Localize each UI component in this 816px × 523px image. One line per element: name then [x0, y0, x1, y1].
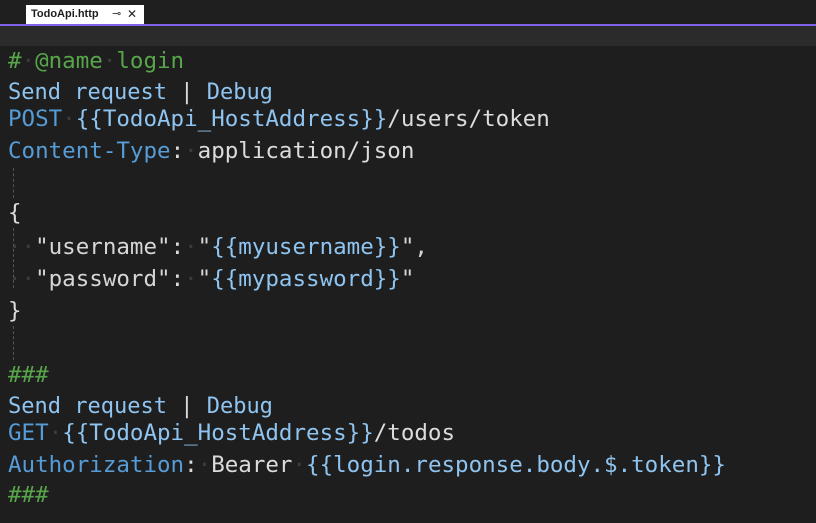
tab-todoapi-http[interactable]: TodoApi.http ⊸ ✕ — [26, 5, 144, 24]
code-line-1: #·@name·login — [8, 48, 185, 74]
indent-guide — [13, 326, 14, 360]
code-line-3: POST·{{TodoApi_HostAddress}}/users/token — [8, 106, 550, 132]
pin-icon[interactable]: ⊸ — [112, 7, 121, 20]
tab-bar: TodoApi.http ⊸ ✕ — [0, 0, 816, 24]
close-icon[interactable]: ✕ — [127, 7, 137, 21]
code-line-8: ··"password":·"{{mypassword}}" — [8, 266, 415, 292]
code-line-7: ··"username":·"{{myusername}}", — [8, 234, 428, 260]
code-line-15: ### — [8, 482, 49, 508]
indent-guide — [13, 228, 14, 288]
editor-nav-strip — [0, 26, 816, 46]
indent-guide — [13, 168, 14, 198]
code-line-13: GET·{{TodoApi_HostAddress}}/todos — [8, 420, 456, 446]
debug-link[interactable]: Debug — [207, 394, 273, 419]
codelens-login: Send request | Debug — [8, 80, 273, 105]
codelens-get-todos: Send request | Debug — [8, 394, 273, 419]
code-line-6: { — [8, 200, 22, 226]
send-request-link[interactable]: Send request — [8, 80, 167, 105]
tab-title: TodoApi.http — [31, 8, 99, 20]
code-line-4: Content-Type:·application/json — [8, 138, 415, 164]
code-line-9: } — [8, 298, 22, 324]
code-line-11: ### — [8, 362, 49, 388]
debug-link[interactable]: Debug — [207, 80, 273, 105]
send-request-link[interactable]: Send request — [8, 394, 167, 419]
code-editor[interactable]: #·@name·login Send request | Debug POST·… — [0, 46, 816, 523]
code-line-14: Authorization:·Bearer·{{login.response.b… — [8, 452, 726, 478]
